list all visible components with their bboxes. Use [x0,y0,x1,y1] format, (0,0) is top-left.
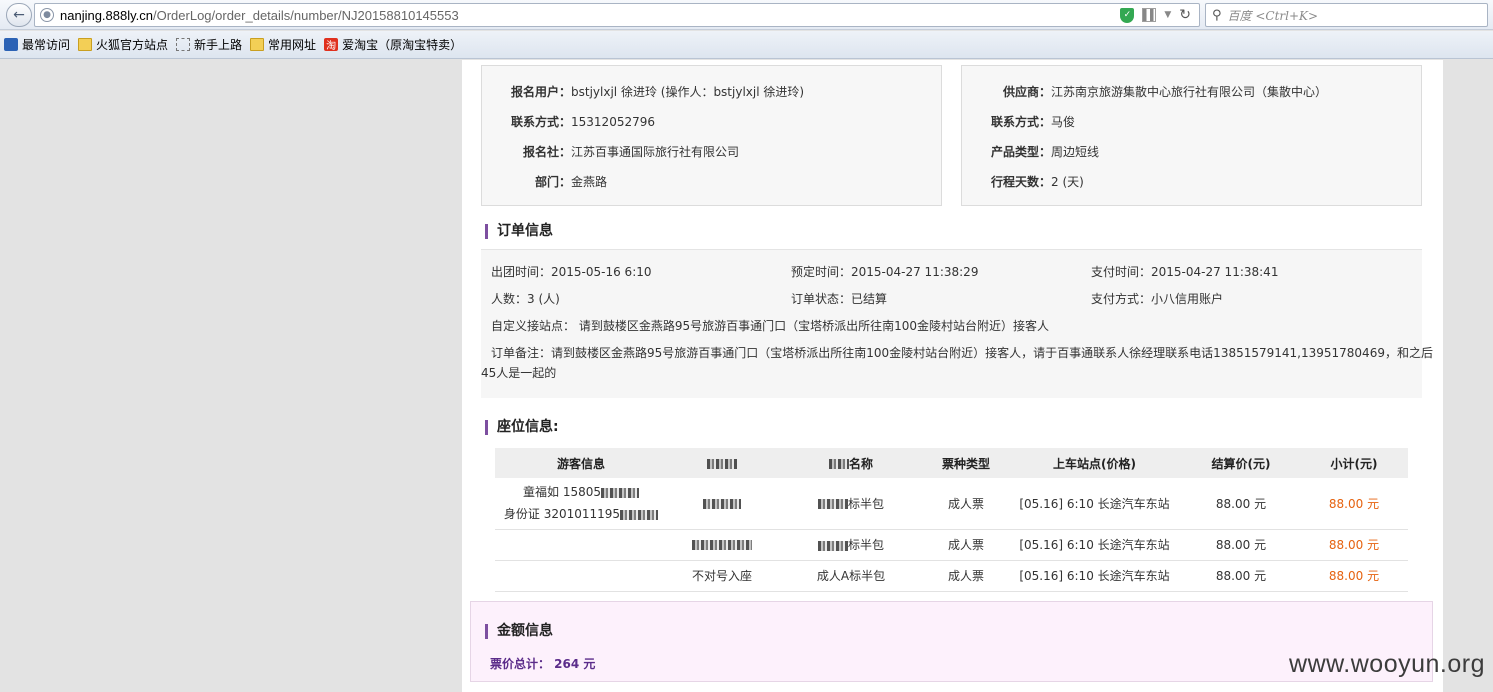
subtotal: 88.00 元 [1300,529,1408,561]
browser-toolbar: ← ● nanjing.888ly.cn/OrderLog/order_deta… [0,0,1493,30]
globe-icon: ● [40,8,54,22]
pay-method: 支付方式：小八信用账户 [1091,292,1224,306]
address-bar[interactable]: ● nanjing.888ly.cn/OrderLog/order_detail… [34,3,1200,27]
order-status: 订单状态：已结算 [791,292,888,306]
guest-info: 童福如 15805 身份证 3201011195 [495,478,667,530]
seat-info-title: 座位信息: [485,420,559,435]
pickup-point: 自定义接站点： 请到鼓楼区金燕路95号旅游百事通门口（宝塔桥派出所往南100金陵… [491,319,1049,333]
qr-code-icon[interactable] [1142,8,1157,22]
guest-info [495,560,667,592]
depart-time: 出团时间：2015-05-16 6:10 [491,265,652,279]
redacted-block [817,499,848,510]
product-name: 标半包 [777,529,925,561]
redacted-block [703,498,741,509]
order-remark: 订单备注：请到鼓楼区金燕路95号旅游百事通门口（宝塔桥派出所往南100金陵村站台… [491,346,1433,360]
dropdown-arrow-icon[interactable]: ▼ [1164,10,1171,20]
ticket-type: 成人票 [925,529,1007,561]
trip-days: 行程天数：2 (天) [991,175,1084,189]
guest-info [495,529,667,561]
table-row: 标半包 成人票 [05.16] 6:10 长途汽车东站 88.00 元 88.0… [495,529,1408,561]
header-guest: 游客信息 [495,448,667,478]
table-row: 童福如 15805 身份证 3201011195 标半包 成人票 [05.16]… [495,478,1408,530]
ticket-type: 成人票 [925,478,1007,530]
header-ticket-type: 票种类型 [925,448,1007,478]
supplier-contact: 联系方式：马俊 [991,115,1076,129]
settle-price: 88.00 元 [1182,529,1300,561]
header-name: 名称 [777,448,925,478]
folder-icon [250,38,265,51]
url-text[interactable]: nanjing.888ly.cn/OrderLog/order_details/… [60,8,459,23]
product-type: 产品类型：周边短线 [991,145,1100,159]
back-button[interactable]: ← [6,3,32,27]
pay-time: 支付时间：2015-04-27 11:38:41 [1091,265,1279,279]
security-shield-icon[interactable]: ✓ [1120,7,1135,23]
supplier-name: 供应商：江苏南京旅游集散中心旅行社有限公司（集散中心） [1003,85,1328,99]
seat-no [667,478,777,530]
search-icon: ⚲ [1212,7,1222,23]
boarding-station: [05.16] 6:10 长途汽车东站 [1007,478,1182,530]
bookmark-getting-started[interactable]: 新手上路 [176,36,242,53]
search-box[interactable]: ⚲ 百度 <Ctrl+K> [1205,3,1488,27]
ticket-type: 成人票 [925,560,1007,592]
order-remark-cont: 45人是一起的 [481,366,557,380]
product-name: 标半包 [777,478,925,530]
product-name: 成人A标半包 [777,560,925,592]
bookmark-most-visited[interactable]: 最常访问 [4,36,70,53]
boarding-station: [05.16] 6:10 长途汽车东站 [1007,529,1182,561]
seat-table: 游客信息 名称 票种类型 上车站点(价格) 结算价(元) 小计(元) 童福如 1… [495,448,1408,592]
applicant-agency: 报名社：江苏百事通国际旅行社有限公司 [523,145,740,159]
bookmark-common-sites[interactable]: 常用网址 [250,36,316,53]
boarding-station: [05.16] 6:10 长途汽车东站 [1007,560,1182,592]
bookmark-firefox-site[interactable]: 火狐官方站点 [78,36,168,53]
seat-no: 不对号入座 [667,560,777,592]
settle-price: 88.00 元 [1182,478,1300,530]
applicant-user: 报名用户：bstjylxjl 徐进玲 (操作人：bstjylxjl 徐进玲) [511,85,805,99]
redacted-block [692,540,752,550]
redacted-block [707,458,737,469]
applicant-department: 部门：金燕路 [535,175,608,189]
amount-info-title: 金额信息 [485,624,553,639]
redacted-block [828,459,849,469]
header-station: 上车站点(价格) [1007,448,1182,478]
settle-price: 88.00 元 [1182,560,1300,592]
applicant-contact: 联系方式：15312052796 [511,115,655,129]
subtotal: 88.00 元 [1300,478,1408,530]
header-seat [667,448,777,478]
table-row: 不对号入座 成人A标半包 成人票 [05.16] 6:10 长途汽车东站 88.… [495,560,1408,592]
watermark: www.wooyun.org [1289,650,1485,678]
seat-table-header: 游客信息 名称 票种类型 上车站点(价格) 结算价(元) 小计(元) [495,448,1408,478]
book-time: 预定时间：2015-04-27 11:38:29 [791,265,979,279]
redacted-block [817,540,848,551]
header-subtotal: 小计(元) [1300,448,1408,478]
back-arrow-icon: ← [13,7,25,23]
ticket-total: 票价总计： 264 元 [490,657,596,671]
folder-icon [78,38,93,51]
bookmark-icon [4,38,18,51]
bookmark-aitaobao[interactable]: 淘爱淘宝（原淘宝特卖） [324,36,462,53]
bookmarks-bar: 最常访问 火狐官方站点 新手上路 常用网址 淘爱淘宝（原淘宝特卖） [0,31,1493,59]
redacted-block [601,487,639,498]
page-icon [176,38,191,51]
subtotal: 88.00 元 [1300,560,1408,592]
reload-icon[interactable]: ↻ [1179,7,1191,23]
people-count: 人数：3 (人) [491,292,560,306]
search-placeholder: 百度 <Ctrl+K> [1227,8,1319,23]
header-settle: 结算价(元) [1182,448,1300,478]
redacted-block [620,509,659,520]
taobao-icon: 淘 [324,38,339,52]
order-info-title: 订单信息 [485,224,553,239]
seat-no [667,529,777,561]
